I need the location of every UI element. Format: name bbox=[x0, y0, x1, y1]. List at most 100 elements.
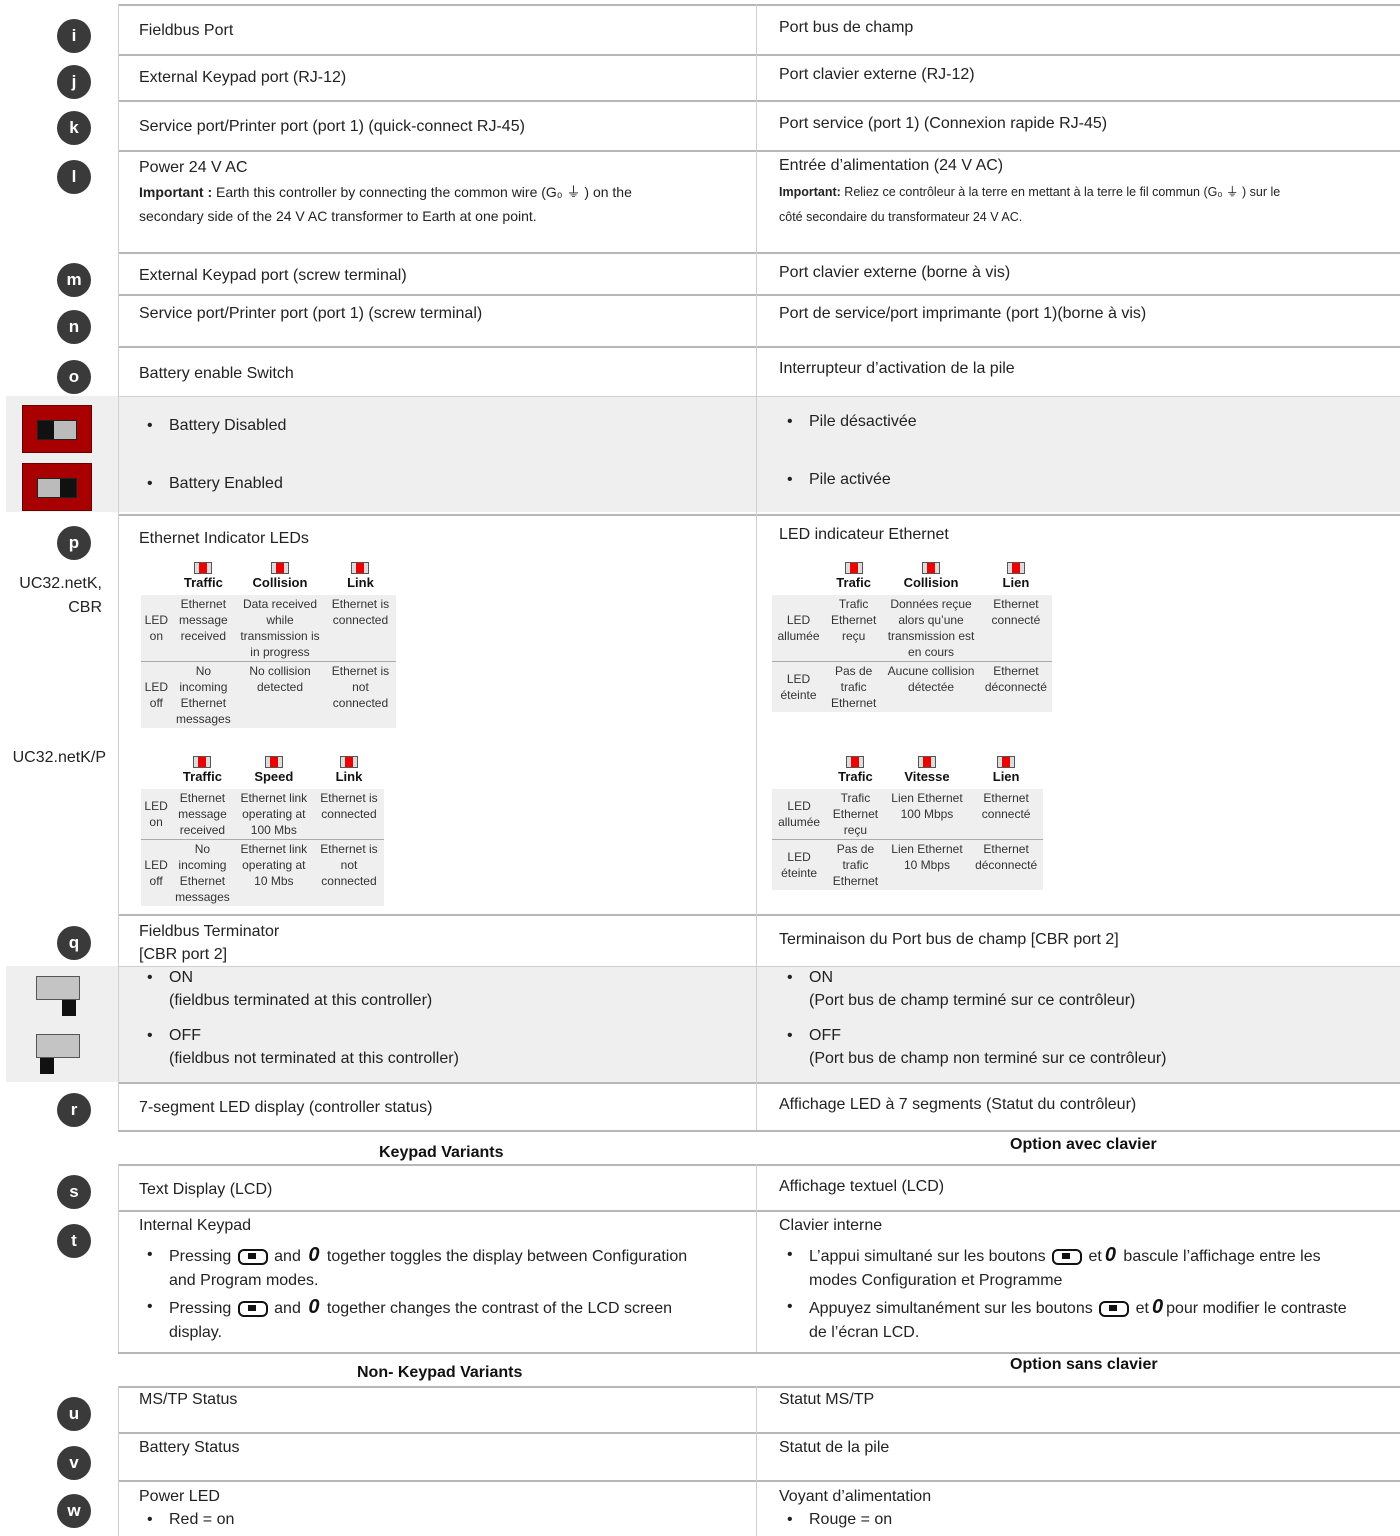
led-icon bbox=[264, 756, 283, 768]
fr-battery-status: Statut de la pile bbox=[779, 1439, 890, 1456]
en-mstp-status: MS/TP Status bbox=[139, 1391, 238, 1408]
text: bascule l’affichage entre les bbox=[1123, 1248, 1321, 1265]
fr-service-screw: Port de service/port imprimante (port 1)… bbox=[779, 305, 1147, 322]
en-keypad-tip-1: Pressing and 0 together toggles the disp… bbox=[147, 1243, 688, 1293]
en-battery-switch: Battery enable Switch bbox=[139, 365, 294, 382]
text: together changes the contrast of the LCD… bbox=[326, 1300, 672, 1317]
fr-led-table-1: Trafic Collision Lien LED allumée Trafic… bbox=[772, 560, 1052, 712]
model-uc32-netk-line1: UC32.netK, bbox=[19, 575, 102, 592]
text: pour modifier le contraste bbox=[1166, 1300, 1347, 1317]
en-term-on: ON bbox=[147, 967, 193, 989]
label-w: w bbox=[57, 1494, 91, 1528]
battery-band bbox=[118, 396, 1400, 512]
fr-mstp-status: Statut MS/TP bbox=[779, 1391, 875, 1408]
down-button-icon bbox=[237, 1300, 268, 1317]
ok-button-icon: 0 bbox=[1104, 1244, 1116, 1266]
fr-earth-note: Important: Reliez ce contrôleur à la ter… bbox=[779, 180, 1280, 230]
label-q: q bbox=[57, 926, 91, 960]
table-cell: No incoming Ethernet messages bbox=[171, 661, 236, 728]
table-cell: Trafic Ethernet reçu bbox=[830, 597, 877, 643]
keypad-variants-fr: Option avec clavier bbox=[1010, 1136, 1157, 1153]
fr-internal-keypad: Clavier interne bbox=[779, 1217, 883, 1234]
en-fieldbus-port: Fieldbus Port bbox=[139, 22, 234, 39]
en-service-screw: Service port/Printer port (port 1) (scre… bbox=[139, 305, 483, 322]
up-button-icon bbox=[237, 1248, 268, 1265]
text: et bbox=[1135, 1300, 1149, 1317]
led-col: Lien bbox=[969, 754, 1043, 789]
en-power-led-red: Red = on bbox=[147, 1509, 235, 1531]
led-col: Collision bbox=[235, 560, 325, 595]
led-icon bbox=[844, 562, 863, 574]
fr-power-led: Voyant d’alimentation bbox=[779, 1488, 932, 1505]
text: Pressing bbox=[169, 1248, 232, 1265]
led-icon bbox=[351, 562, 370, 574]
label-i: i bbox=[57, 19, 91, 53]
led-col: Link bbox=[324, 560, 396, 595]
en-fieldbus-terminator-line1: Fieldbus Terminator bbox=[139, 923, 280, 940]
fr-keypad-tip-1: L’appui simultané sur les boutons et0 ba… bbox=[787, 1243, 1321, 1293]
table-cell: Lien Ethernet 10 Mbps bbox=[884, 839, 970, 890]
non-keypad-variants-en: Non- Keypad Variants bbox=[357, 1364, 523, 1381]
en-service-port-rj45: Service port/Printer port (port 1) (quic… bbox=[139, 118, 525, 135]
en-ethernet-leds: Ethernet Indicator LEDs bbox=[139, 530, 309, 547]
en-term-off-desc: (fieldbus not terminated at this control… bbox=[169, 1050, 459, 1067]
led-icon bbox=[917, 756, 936, 768]
en-term-on-desc: (fieldbus terminated at this controller) bbox=[169, 992, 433, 1009]
en-battery-disabled: Battery Disabled bbox=[147, 415, 286, 437]
table-cell: Ethernet is connected bbox=[331, 597, 390, 627]
led-col: Traffic bbox=[171, 560, 236, 595]
fr-service-port-rj45: Port service (port 1) (Connexion rapide … bbox=[779, 115, 1108, 132]
en-earth-note: Important : Earth this controller by con… bbox=[139, 180, 632, 228]
en-fieldbus-terminator: Fieldbus Terminator [CBR port 2] bbox=[139, 920, 279, 966]
text: L’appui simultané sur les boutons bbox=[809, 1248, 1046, 1265]
text: and bbox=[274, 1248, 301, 1265]
text: together toggles the display between Con… bbox=[326, 1248, 688, 1265]
en-text-display: Text Display (LCD) bbox=[139, 1181, 273, 1198]
led-off-label: LED éteinte bbox=[772, 661, 826, 712]
en-term-off: OFF bbox=[147, 1025, 201, 1047]
en-keypad-screw: External Keypad port (screw terminal) bbox=[139, 267, 407, 284]
model-uc32-netk-p: UC32.netK/P bbox=[12, 749, 106, 766]
text: Pressing bbox=[169, 1300, 232, 1317]
text: display. bbox=[169, 1324, 223, 1341]
fr-term-off: OFF bbox=[787, 1025, 841, 1047]
fr-led-table-2: Trafic Vitesse Lien LED allumée Trafic E… bbox=[772, 754, 1043, 890]
table-cell: Ethernet connecté bbox=[981, 791, 1031, 821]
label-v: v bbox=[57, 1446, 91, 1480]
fr-7segment: Affichage LED à 7 segments (Statut du co… bbox=[779, 1096, 1137, 1113]
ok-button-icon: 0 bbox=[1151, 1296, 1164, 1318]
fr-text-display: Affichage textuel (LCD) bbox=[779, 1178, 945, 1195]
en-important-text-2: secondary side of the 24 V AC transforme… bbox=[139, 208, 537, 224]
fr-important-text-1: Reliez ce contrôleur à la terre en metta… bbox=[840, 185, 1281, 199]
table-cell: Ethernet link operating at 100 Mbs bbox=[240, 791, 308, 837]
table-cell: Data received while transmission is in p… bbox=[240, 597, 320, 659]
label-k: k bbox=[57, 111, 91, 145]
fr-battery-enabled: Pile activée bbox=[787, 469, 891, 491]
led-icon bbox=[997, 756, 1016, 768]
led-col: Traffic bbox=[171, 754, 234, 789]
text: and Program modes. bbox=[169, 1272, 319, 1289]
label-r: r bbox=[57, 1093, 91, 1127]
fr-power-24v: Entrée d’alimentation (24 V AC) bbox=[779, 157, 1004, 174]
table-cell: Lien Ethernet 100 Mbps bbox=[891, 791, 963, 821]
keypad-variants-en: Keypad Variants bbox=[379, 1144, 504, 1161]
led-on-label: LED on bbox=[144, 613, 168, 643]
fr-term-on: ON bbox=[787, 967, 833, 989]
label-n: n bbox=[57, 310, 91, 344]
led-col: Trafic bbox=[826, 754, 885, 789]
led-col: Collision bbox=[882, 560, 980, 595]
up-button-icon bbox=[1052, 1248, 1083, 1265]
text: et bbox=[1088, 1248, 1102, 1265]
table-cell: Aucune collision détectée bbox=[882, 661, 980, 712]
label-l: l bbox=[57, 160, 91, 194]
fr-fieldbus-terminator: Terminaison du Port bus de champ [CBR po… bbox=[779, 931, 1119, 948]
led-col: Speed bbox=[233, 754, 314, 789]
battery-enabled-switch-icon bbox=[22, 463, 92, 511]
led-off-label: LED off bbox=[141, 839, 172, 906]
en-internal-keypad: Internal Keypad bbox=[139, 1217, 252, 1234]
led-off-label: LED off bbox=[141, 661, 172, 728]
table-cell: Ethernet connecté bbox=[991, 597, 1041, 627]
text: modes Configuration et Programme bbox=[809, 1272, 1063, 1289]
label-j: j bbox=[57, 65, 91, 99]
table-cell: Ethernet link operating at 10 Mbs bbox=[233, 839, 314, 906]
